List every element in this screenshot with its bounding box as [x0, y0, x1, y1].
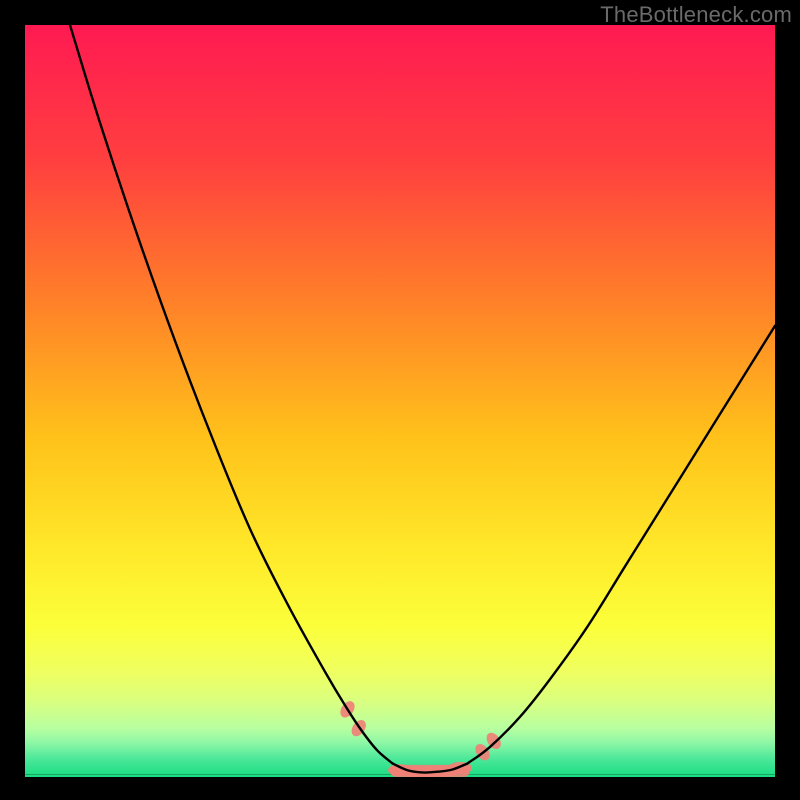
- gradient-background: [25, 25, 775, 777]
- chart-frame: [25, 25, 775, 777]
- plot-area: [25, 25, 775, 777]
